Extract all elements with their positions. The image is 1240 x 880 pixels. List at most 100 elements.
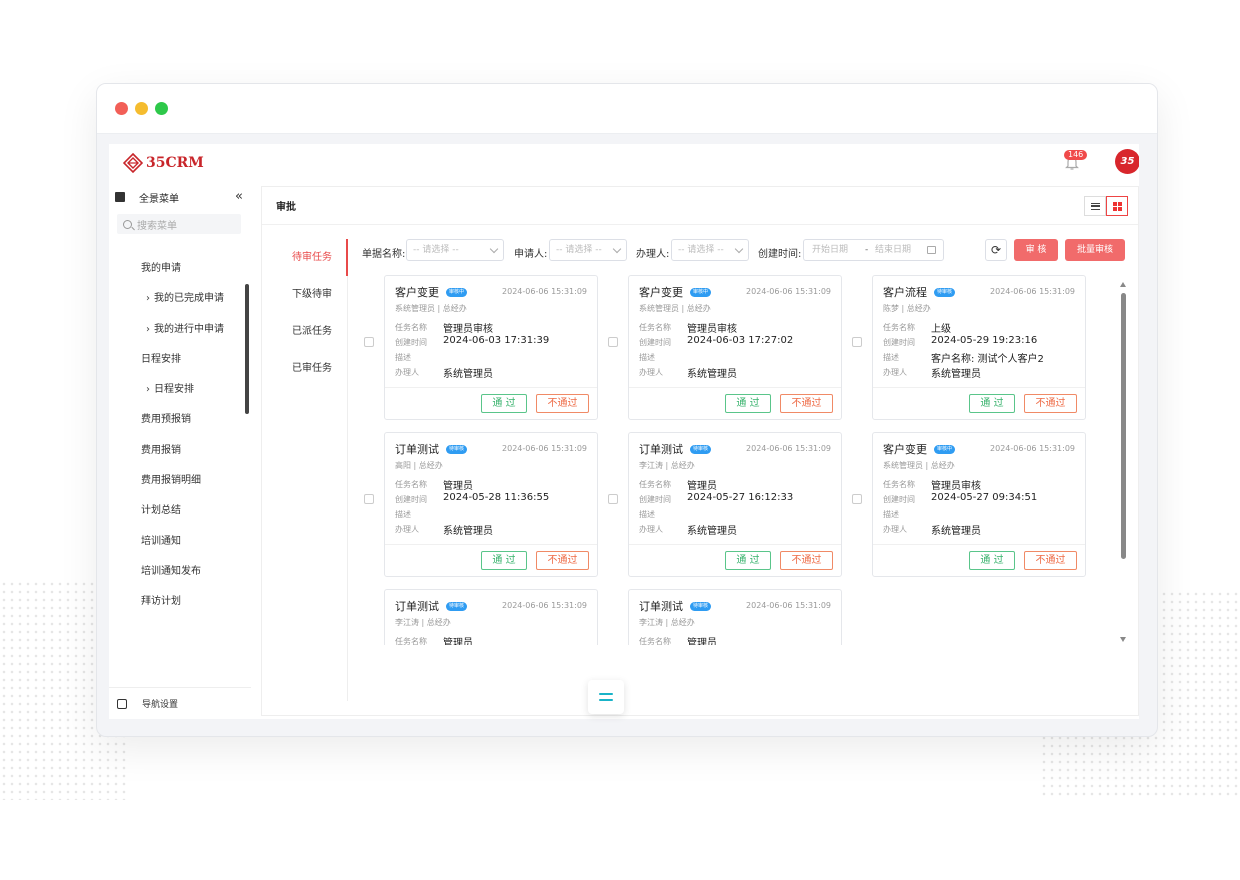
tab-1[interactable]: 下级待审: [262, 276, 347, 313]
card-title-text: 客户流程: [883, 286, 927, 299]
card-title-text: 客户变更: [395, 286, 439, 299]
created-label: 创建时间: [883, 338, 915, 347]
card-applicant: 李江涛 | 总经办: [639, 461, 695, 470]
sidebar-item[interactable]: 日程安排: [109, 375, 251, 405]
task-card[interactable]: 订单测试 待审核 2024-06-06 15:31:09 李江涛 | 总经办 任务名称 管…: [384, 589, 598, 645]
scroll-thumb[interactable]: [1121, 293, 1126, 559]
calendar-icon: [927, 246, 936, 254]
minimize-window-button[interactable]: [135, 102, 148, 115]
avatar[interactable]: 35: [1115, 149, 1139, 174]
collapse-sidebar-icon[interactable]: «: [235, 189, 243, 204]
sidebar-item[interactable]: 费用报销: [109, 436, 251, 466]
sidebar-scrollbar[interactable]: [245, 284, 249, 414]
menu-search-placeholder: 搜索菜单: [137, 220, 177, 232]
card-checkbox[interactable]: [852, 337, 862, 347]
end-date-placeholder: 结束日期: [875, 245, 912, 255]
chevron-down-icon: [734, 244, 744, 254]
sidebar-item[interactable]: 我的申请: [109, 254, 251, 284]
card-checkbox[interactable]: [364, 494, 374, 504]
date-range-picker[interactable]: 开始日期 - 结束日期: [803, 239, 944, 261]
list-view-button[interactable]: [1084, 196, 1106, 216]
card-title: 订单测试 待审核: [395, 598, 468, 614]
pass-button[interactable]: 通 过: [481, 551, 527, 570]
task-card[interactable]: 客户变更 审核中 2024-06-06 15:31:09 系统管理员 | 总经办 任务名…: [872, 432, 1086, 577]
task-name-label: 任务名称: [395, 637, 427, 645]
sidebar-item[interactable]: 培训通知: [109, 527, 251, 557]
card-time: 2024-06-06 15:31:09: [746, 287, 831, 296]
pass-button[interactable]: 通 过: [969, 551, 1015, 570]
tab-0[interactable]: 待审任务: [262, 239, 348, 276]
handler-label: 办理人:: [636, 249, 670, 260]
chevron-down-icon: [612, 244, 622, 254]
sidebar-item[interactable]: 我的已完成申请: [109, 284, 251, 314]
pass-button[interactable]: 通 过: [969, 394, 1015, 413]
floating-menu-button[interactable]: [588, 680, 624, 714]
pass-button[interactable]: 通 过: [725, 551, 771, 570]
task-card[interactable]: 订单测试 待审核 2024-06-06 15:31:09 李江涛 | 总经办 任务名称 管…: [628, 432, 842, 577]
card-applicant: 系统管理员 | 总经办: [639, 304, 711, 313]
logo[interactable]: 35CRM: [123, 153, 204, 173]
status-badge: 待审核: [446, 601, 468, 611]
task-card[interactable]: 客户变更 审核中 2024-06-06 15:31:09 系统管理员 | 总经办 任务名…: [384, 275, 598, 420]
pass-button[interactable]: 通 过: [725, 394, 771, 413]
sidebar-item[interactable]: 计划总结: [109, 496, 251, 526]
sidebar-item[interactable]: 费用预报销: [109, 405, 251, 435]
pass-button[interactable]: 通 过: [481, 394, 527, 413]
reject-button[interactable]: 不通过: [780, 394, 833, 413]
sidebar-item[interactable]: 拜访计划: [109, 587, 251, 614]
menu-search-input[interactable]: 搜索菜单: [117, 214, 241, 234]
page-header: 审批: [262, 187, 1138, 225]
scroll-down-icon[interactable]: [1120, 637, 1126, 642]
reject-button[interactable]: 不通过: [536, 551, 589, 570]
desc-label: 描述: [395, 353, 411, 362]
logo-text: 35CRM: [146, 155, 204, 171]
applicant-select[interactable]: -- 请选择 --: [549, 239, 627, 261]
sidebar-item[interactable]: 培训通知发布: [109, 557, 251, 587]
tab-3[interactable]: 已审任务: [262, 350, 347, 387]
task-name-value: 管理员审核: [443, 324, 493, 335]
maximize-window-button[interactable]: [155, 102, 168, 115]
sidebar-item[interactable]: 日程安排: [109, 345, 251, 375]
card-checkbox[interactable]: [852, 494, 862, 504]
scroll-up-icon[interactable]: [1120, 282, 1126, 287]
task-card[interactable]: 客户变更 审核中 2024-06-06 15:31:09 系统管理员 | 总经办 任务名…: [628, 275, 842, 420]
task-card[interactable]: 订单测试 待审核 2024-06-06 15:31:09 高阳 | 总经办 任务名称 管理…: [384, 432, 598, 577]
handler-select[interactable]: -- 请选择 --: [671, 239, 749, 261]
task-name-value: 管理员审核: [931, 481, 981, 492]
card-checkbox[interactable]: [364, 337, 374, 347]
card-divider: [629, 544, 841, 545]
card-applicant: 李江涛 | 总经办: [639, 618, 695, 627]
cards-scrollbar[interactable]: [1120, 282, 1126, 642]
task-name-label: 任务名称: [395, 323, 427, 332]
menu-list: 我的申请我的已完成申请我的进行中申请日程安排日程安排费用预报销费用报销费用报销明…: [109, 254, 251, 614]
batch-approve-button[interactable]: 批量审核: [1065, 239, 1125, 261]
task-card[interactable]: 订单测试 待审核 2024-06-06 15:31:09 李江涛 | 总经办 任务名称 管…: [628, 589, 842, 645]
created-label: 创建时间: [639, 495, 671, 504]
nav-setting-button[interactable]: 导航设置: [109, 687, 251, 719]
reject-button[interactable]: 不通过: [1024, 394, 1077, 413]
created-label: 创建时间: [395, 495, 427, 504]
reject-button[interactable]: 不通过: [780, 551, 833, 570]
reject-button[interactable]: 不通过: [536, 394, 589, 413]
approve-button[interactable]: 审 核: [1014, 239, 1058, 261]
sidebar-item[interactable]: 我的进行中申请: [109, 315, 251, 345]
card-checkbox[interactable]: [608, 337, 618, 347]
task-card[interactable]: 客户流程 待审核 2024-06-06 15:31:09 陈梦 | 总经办 任务名称 上级…: [872, 275, 1086, 420]
chevron-down-icon: [489, 244, 499, 254]
tab-2[interactable]: 已派任务: [262, 313, 347, 350]
created-value: 2024-06-03 17:31:39: [443, 335, 550, 346]
reject-button[interactable]: 不通过: [1024, 551, 1077, 570]
status-badge: 审核中: [690, 287, 712, 297]
refresh-button[interactable]: ⟳: [985, 239, 1007, 261]
close-window-button[interactable]: [115, 102, 128, 115]
card-checkbox[interactable]: [608, 494, 618, 504]
sidebar-item[interactable]: 费用报销明细: [109, 466, 251, 496]
desc-label: 描述: [639, 353, 655, 362]
card-title: 订单测试 待审核: [639, 441, 712, 457]
card-applicant: 系统管理员 | 总经办: [883, 461, 955, 470]
card-view-button[interactable]: [1106, 196, 1128, 216]
doc-name-select[interactable]: -- 请选择 --: [406, 239, 504, 261]
window-titlebar: [97, 84, 1157, 134]
handler-label: 办理人: [883, 525, 907, 534]
main-content: 审批 待审任务 下级待审 已派任务 已审任务 单据名称: -- 请选择 -- 申请人:…: [261, 186, 1139, 716]
